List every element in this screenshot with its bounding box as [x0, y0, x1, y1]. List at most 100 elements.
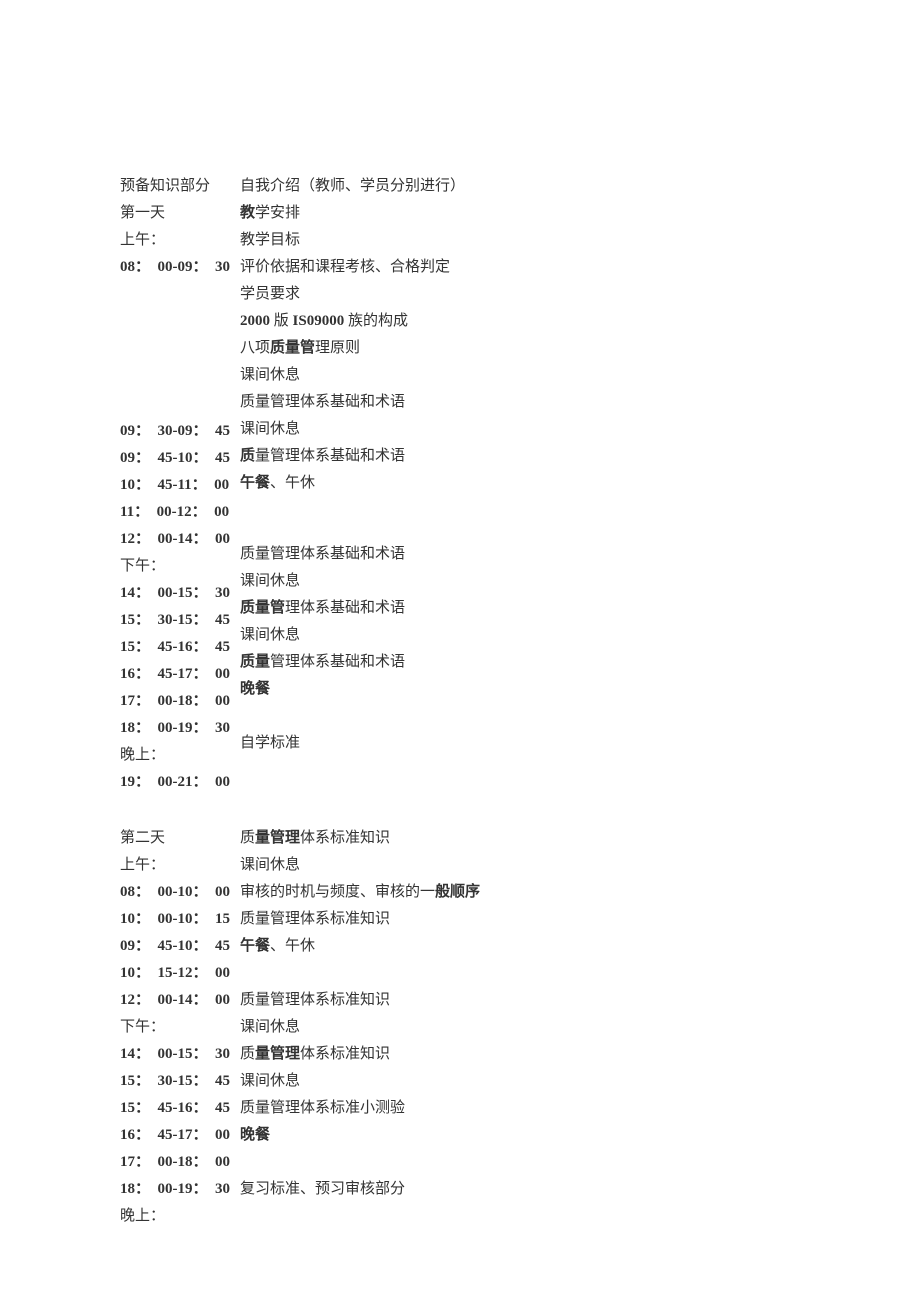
text-segment: 课间休息: [240, 857, 300, 873]
left-col-block-1: 预备知识部分第一天上午： 08： 00-09： 30: [120, 173, 240, 281]
left-col-block-2: 09： 30-09： 4509： 45-10： 4510： 45-11： 001…: [120, 418, 240, 796]
text-segment: 质: [240, 830, 255, 846]
schedule-right-line: 课间休息: [240, 416, 780, 443]
schedule-right-line: 午餐、午休: [240, 933, 780, 960]
schedule-left-line: 18： 00-19： 30: [120, 1176, 240, 1203]
text-segment: 自学标准: [240, 735, 300, 751]
schedule-left-line: 15： 30-15： 45: [120, 607, 240, 634]
schedule-left-line: 16： 45-17： 00: [120, 661, 240, 688]
schedule-left-line: 第一天: [120, 200, 240, 227]
text-segment: 量管理体系基础和术语: [255, 448, 405, 464]
text-segment: 版: [270, 313, 293, 329]
schedule-left-line: 09： 45-10： 45: [120, 933, 240, 960]
text-segment: 、午休: [270, 475, 315, 491]
schedule-left-line: 14： 00-15： 30: [120, 580, 240, 607]
schedule-left-line: 预备知识部分: [120, 173, 240, 200]
text-segment: 2000: [240, 313, 270, 329]
schedule-left-line: 09： 30-09： 45: [120, 418, 240, 445]
text-segment: 课间休息: [240, 627, 300, 643]
schedule-left-line: 11： 00-12： 00: [120, 499, 240, 526]
text-segment: 复习标准、预习审核部分: [240, 1181, 405, 1197]
schedule-right-line: 质量管理体系基础和术语: [240, 541, 780, 568]
text-segment: 评价依据和课程考核、合格判定: [240, 259, 450, 275]
text: 下午：: [120, 558, 165, 574]
schedule-left-line: 16： 45-17： 00: [120, 1122, 240, 1149]
schedule-left-line: 12： 00-14： 00: [120, 987, 240, 1014]
schedule-left-line: 15： 45-16： 45: [120, 1095, 240, 1122]
text: 下午：: [120, 1019, 165, 1035]
text-segment: 质量管: [240, 600, 285, 616]
text-segment: 、午休: [270, 938, 315, 954]
text-segment: 课间休息: [240, 573, 300, 589]
text-segment: 晚餐: [240, 681, 270, 697]
text-segment: 体系标准知识: [300, 1046, 390, 1062]
text: 预备知识部分: [120, 178, 210, 194]
text-segment: 质量管理体系标准知识: [240, 911, 390, 927]
schedule-right-line: 自我介绍（教师、学员分别进行）: [240, 173, 780, 200]
right-col-block-4: 质量管理体系标准知识课间休息审核的时机与频度、审核的一般顺序质量管理体系标准知识…: [240, 825, 780, 960]
schedule-left-line: 15： 30-15： 45: [120, 1068, 240, 1095]
schedule-right-line: 课间休息: [240, 1068, 780, 1095]
schedule-left-line: 晚上：: [120, 1203, 240, 1230]
schedule-left-line: 上午：: [120, 227, 240, 254]
document-page: 预备知识部分第一天上午：08： 00-09： 30 09： 30-09： 450…: [0, 0, 920, 1301]
schedule-left-line: 上午：: [120, 852, 240, 879]
schedule-left-line: 10： 15-12： 00: [120, 960, 240, 987]
text-segment: 质量管: [270, 340, 315, 356]
schedule-left-line: 14： 00-15： 30: [120, 1041, 240, 1068]
schedule-right-line: 复习标准、预习审核部分: [240, 1176, 780, 1203]
schedule-left-line: 下午：: [120, 553, 240, 580]
text-segment: 自我介绍（教师、学员分别进行）: [240, 178, 465, 194]
text-segment: 学安排: [255, 205, 300, 221]
text-segment: 晚餐: [240, 1127, 270, 1143]
schedule-right-line: 质量管理体系标准知识: [240, 825, 780, 852]
schedule-right-line: 课间休息: [240, 568, 780, 595]
text-segment: 质量管理体系基础和术语: [240, 546, 405, 562]
text-segment: 教学目标: [240, 232, 300, 248]
schedule-left-line: 09： 45-10： 45: [120, 445, 240, 472]
schedule-right-line: 课间休息: [240, 622, 780, 649]
text-segment: 午餐: [240, 938, 270, 954]
text-segment: 量管理: [255, 1046, 300, 1062]
text-segment: 质: [240, 448, 255, 464]
schedule-left-line: 17： 00-18： 00: [120, 1149, 240, 1176]
schedule-left-line: 下午：: [120, 1014, 240, 1041]
left-col-block-3: 第二天上午：08： 00-10： 0010： 00-10： 1509： 45-1…: [120, 825, 240, 1230]
schedule-right-line: 质量管理体系标准知识: [240, 987, 780, 1014]
schedule-left-line: 17： 00-18： 00: [120, 688, 240, 715]
schedule-left-line: 19： 00-21： 00: [120, 769, 240, 796]
text-segment: 质量管理体系标准小测验: [240, 1100, 405, 1116]
text: 晚上：: [120, 1208, 165, 1224]
schedule-right-line: 学员要求: [240, 281, 780, 308]
text: 上午：: [120, 232, 165, 248]
text-segment: 量管理: [255, 830, 300, 846]
text-segment: 学员要求: [240, 286, 300, 302]
text-segment: 审核的时机与频度、审核的一: [240, 884, 435, 900]
schedule-right-line: 教学安排: [240, 200, 780, 227]
text-segment: 理原则: [315, 340, 360, 356]
right-col-block-1: 自我介绍（教师、学员分别进行） 教学安排教学目标评价依据和课程考核、合格判定学员要…: [240, 173, 780, 497]
schedule-left-line: 10： 45-11： 00: [120, 472, 240, 499]
schedule-right-line: 质量管理体系基础和术语: [240, 389, 780, 416]
schedule-left-line: 15： 45-16： 45: [120, 634, 240, 661]
text-segment: 课间休息: [240, 421, 300, 437]
schedule-right-line: 质量管理体系基础和术语: [240, 443, 780, 470]
schedule-left-line: 08： 00-09： 30: [120, 254, 240, 281]
text-segment: 族的构成: [344, 313, 408, 329]
text: 晚上：: [120, 747, 165, 763]
text-segment: 质量管理体系标准知识: [240, 992, 390, 1008]
schedule-right-line: 质量管理体系基础和术语: [240, 649, 780, 676]
schedule-right-line: 课间休息: [240, 362, 780, 389]
text-segment: 课间休息: [240, 1019, 300, 1035]
text-segment: 般顺序: [435, 884, 480, 900]
schedule-right-line: 教学目标: [240, 227, 780, 254]
text-segment: 理体系基础和术语: [285, 600, 405, 616]
right-col-block-5: 质量管理体系标准知识课间休息质量管理体系标准知识课间休息质量管理体系标准小测验晚…: [240, 987, 780, 1149]
schedule-right-line: 质量管理体系标准知识: [240, 906, 780, 933]
schedule-right-line: 质量管理体系标准知识: [240, 1041, 780, 1068]
text: 第一天: [120, 205, 165, 221]
schedule-right-line: 质量管理体系标准小测验: [240, 1095, 780, 1122]
text-segment: 课间休息: [240, 367, 300, 383]
text-segment: 管理体系基础和术语: [270, 654, 405, 670]
schedule-left-line: 晚上：: [120, 742, 240, 769]
